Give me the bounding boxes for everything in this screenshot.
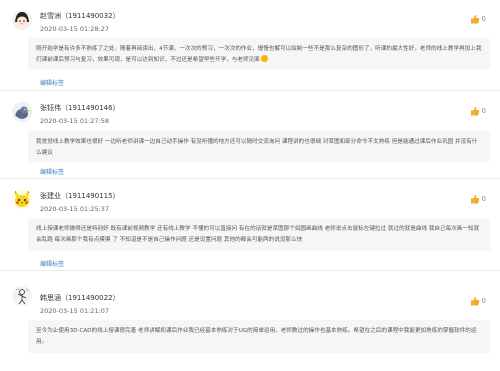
comment-list: 赵雪洲（1911490032） 2020-03-15 01:28:27 0 刚开… bbox=[0, 0, 500, 371]
like-button[interactable]: 0 bbox=[470, 106, 486, 116]
comment-item: 韩思涵（1911490022） 2020-03-15 01:21:07 0 至今… bbox=[0, 272, 500, 371]
comment-bubble: 线上授课老师做得还是特别好 既有课前视频教学 还有线上教学 不懂的可以直接问 有… bbox=[28, 218, 490, 251]
divider bbox=[0, 178, 500, 179]
edit-tag-link[interactable]: 编辑标签 bbox=[40, 259, 64, 268]
comment-text: 刚开始学是有许多不熟练了之处，随着再阅读出，4节课，一次次的预习，一次次的作业，… bbox=[36, 46, 482, 63]
comment-timestamp: 2020-03-15 01:27:58 bbox=[40, 117, 110, 125]
divider bbox=[0, 270, 500, 271]
like-button[interactable]: 0 bbox=[470, 296, 486, 306]
comment-username: 张钰伟（1911490146） bbox=[40, 104, 120, 112]
comment-text: 至今为止使用3D-CAD的线上授课很完善 老师讲解和课后作业我已经基本熟练对于U… bbox=[36, 328, 477, 345]
edit-tag-link[interactable]: 编辑标签 bbox=[40, 167, 64, 176]
comment-text: 我觉觉线上教学效果也很好 一边听老师讲课一边自己动手操作 有没听懂的地方还可以随… bbox=[36, 139, 478, 156]
comment-item: 赵雪洲（1911490032） 2020-03-15 01:28:27 0 刚开… bbox=[0, 0, 500, 88]
avatar-pikachu-icon bbox=[12, 189, 32, 209]
avatar-bird-icon bbox=[12, 102, 32, 122]
comment-item: 张建业（1911490115） 2020-03-15 01:25:37 0 线上… bbox=[0, 180, 500, 268]
like-count: 0 bbox=[481, 107, 486, 115]
avatar[interactable] bbox=[12, 286, 32, 306]
thumbs-up-icon bbox=[470, 195, 479, 204]
like-button[interactable]: 0 bbox=[470, 14, 486, 24]
comment-username: 张建业（1911490115） bbox=[40, 192, 120, 200]
comment-username: 韩思涵（1911490022） bbox=[40, 294, 120, 302]
like-button[interactable]: 0 bbox=[470, 194, 486, 204]
comment-bubble: 我觉觉线上教学效果也很好 一边听老师讲课一边自己动手操作 有没听懂的地方还可以随… bbox=[28, 131, 490, 162]
thumbs-up-icon bbox=[470, 107, 479, 116]
comment-timestamp: 2020-03-15 01:28:27 bbox=[40, 25, 110, 33]
like-count: 0 bbox=[481, 297, 486, 305]
comment-item: 张钰伟（1911490146） 2020-03-15 01:27:58 0 我觉… bbox=[0, 92, 500, 176]
comment-username: 赵雪洲（1911490032） bbox=[40, 12, 120, 20]
comment-bubble: 刚开始学是有许多不熟练了之处，随着再阅读出，4节课，一次次的预习，一次次的作业，… bbox=[28, 38, 490, 69]
avatar-sketch-figure-icon bbox=[12, 286, 32, 306]
comment-timestamp: 2020-03-15 01:25:37 bbox=[40, 205, 110, 213]
smile-emoji-icon bbox=[260, 55, 268, 62]
comment-text: 线上授课老师做得还是特别好 既有课前视频教学 还有线上教学 不懂的可以直接问 有… bbox=[36, 226, 480, 243]
like-count: 0 bbox=[481, 195, 486, 203]
divider bbox=[0, 90, 500, 91]
thumbs-up-icon bbox=[470, 15, 479, 24]
avatar[interactable] bbox=[12, 102, 32, 122]
avatar[interactable] bbox=[12, 10, 32, 30]
thumbs-up-icon bbox=[470, 297, 479, 306]
like-count: 0 bbox=[481, 15, 486, 23]
avatar-cartoon-girl-icon bbox=[12, 10, 32, 30]
avatar[interactable] bbox=[12, 189, 32, 209]
comment-bubble: 至今为止使用3D-CAD的线上授课很完善 老师讲解和课后作业我已经基本熟练对于U… bbox=[28, 320, 490, 353]
comment-timestamp: 2020-03-15 01:21:07 bbox=[40, 307, 110, 315]
edit-tag-link[interactable]: 编辑标签 bbox=[40, 78, 64, 87]
